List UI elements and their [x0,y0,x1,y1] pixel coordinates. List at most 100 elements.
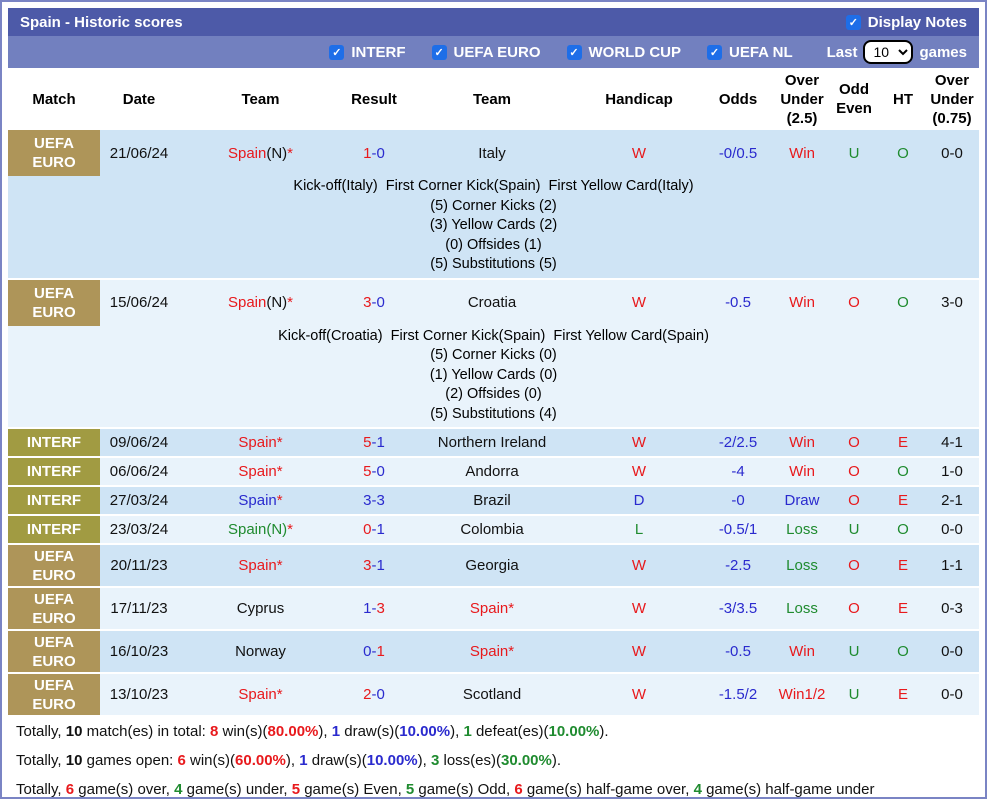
ht-cell: 1-0 [925,458,979,485]
competition-badge: UEFA EURO [8,130,100,176]
table-row-group: UEFA EURO 16/10/23 Norway 0- 1 Spain* W -… [8,631,979,674]
odd-even-cell: E [881,588,925,629]
date-cell: 21/06/24 [109,144,169,162]
table-row: UEFA EURO 20/11/23 Spain* 3 -1 Georgia W … [8,545,979,586]
checkbox-checked-icon[interactable]: ✓ [707,44,722,60]
note-line: Kick-off(Italy) First Corner Kick(Spain)… [293,178,694,194]
text-segment: 10.00% [548,723,600,740]
checkbox-checked-icon[interactable]: ✓ [431,44,447,60]
table-row: UEFA EURO 21/06/24 Spain (N) * 1 -0 Italy W… [8,130,979,176]
text-segment: Northern Ireland [437,434,547,451]
text-segment: Win [789,294,815,311]
ht-cell: 0-0 [925,631,979,672]
text-segment: W [631,600,647,617]
text-segment: Spain* [238,463,283,480]
odds-cell: Win [777,130,827,176]
text-segment: O [897,521,909,538]
text-segment: 10.00% [366,752,418,769]
text-segment: -0 [731,492,745,509]
team2-cell: Italy [405,130,579,176]
team1-cell: Spain(N)* [178,516,343,543]
checkbox-checked-icon[interactable]: ✓ [845,14,861,30]
text-segment: * [287,144,294,162]
text-segment: O [897,643,909,660]
page-title: Spain - Historic scores [20,13,183,31]
competition-badge: UEFA EURO [8,631,100,672]
over-under-25-cell: O [827,458,881,485]
totals-section: Totally, 10 match(es) in total: 8 win(s)… [8,717,979,798]
checkbox-checked-icon[interactable]: ✓ [566,44,582,60]
competition-badge: UEFA EURO [8,588,100,629]
table-row: UEFA EURO 15/06/24 Spain (N) * 3 -0 Croatia… [8,279,979,326]
text-segment: 1 [376,643,385,660]
text-segment: Italy [478,144,506,162]
result-cell: 2 -0 [343,674,405,715]
text-segment: O [848,294,860,311]
text-segment: 1 [363,144,372,162]
checkbox-checked-icon[interactable]: ✓ [329,44,345,60]
handicap-cell: -2/2.5 [699,429,777,456]
text-segment: O [848,492,860,509]
table-row-group: INTERF 09/06/24 Spain* 5 -1 Northern Irel… [8,429,979,458]
column-header: Result [351,90,397,108]
handicap-cell: -0.5 [699,631,777,672]
team2-cell: Northern Ireland [405,429,579,456]
text-segment: game(s) over, [74,781,175,798]
text-segment: L [634,521,644,538]
text-segment: -0.5/1 [718,521,758,538]
team1-cell: Spain* [178,487,343,514]
note-line: (5) Corner Kicks (2) [430,197,557,214]
table-row: INTERF 27/03/24 Spain * 3-3 Brazil D -0 D… [8,487,979,514]
text-segment: -1 [371,434,385,451]
filter-world-cup[interactable]: ✓ WORLD CUP [566,43,682,61]
text-segment: -4 [731,463,745,480]
filter-uefa-euro[interactable]: ✓ UEFA EURO [431,44,541,61]
wdl-cell: W [579,545,699,586]
date-cell: 23/03/24 [109,521,169,538]
text-segment: -3/3.5 [718,600,758,617]
text-segment: draw(s)( [307,752,367,769]
text-segment: * [287,294,294,311]
text-segment: 0-0 [941,521,963,538]
text-segment: game(s) half-game under [701,781,875,798]
text-segment: win(s)( [185,752,236,769]
over-under-25-cell: O [827,588,881,629]
filter-interf[interactable]: ✓ INTERF [329,44,406,61]
team1-cell: Spain* [178,545,343,586]
last-games-control: Last 10 games [827,40,967,64]
column-header: Team [472,90,512,108]
text-segment: 0-3 [941,600,963,617]
result-cell: 0-1 [343,631,405,672]
competition-badge: INTERF [8,487,100,514]
result-cell: 1 -0 [343,130,405,176]
column-header: Match [32,90,76,108]
text-segment: 1-0 [941,463,963,480]
last-games-select[interactable]: 10 [863,40,914,64]
filter-label: WORLD CUP [588,43,682,61]
text-segment: * [276,492,283,509]
text-segment: -1 [371,557,385,574]
display-notes-label: Display Notes [867,13,967,31]
filter-uefa-nl[interactable]: ✓ UEFA NL [707,44,793,61]
text-segment: defeat(es)( [471,723,549,740]
handicap-cell: -4 [699,458,777,485]
handicap-cell: -0.5/1 [699,516,777,543]
text-segment: 5 [363,434,372,451]
ht-cell: 0-0 [925,516,979,543]
text-segment: Brazil [473,492,511,509]
table-row-group: UEFA EURO 17/11/23 Cyprus 1- 3 Spain* W -… [8,588,979,631]
text-segment: W [631,643,647,660]
over-under-075-cell: O [979,487,985,514]
text-segment: 10.00% [399,723,451,740]
text-segment: -0.5 [725,643,751,660]
text-segment: Spain(N) [227,521,288,538]
note-line: (5) Substitutions (5) [430,256,557,272]
odds-cell: Win [777,429,827,456]
text-segment: Win [789,463,815,480]
text-segment: 10 [65,723,83,740]
text-segment: -2.5 [725,557,751,574]
text-segment: U [848,686,860,703]
date-cell: 20/11/23 [110,557,168,574]
display-notes-toggle[interactable]: ✓ Display Notes [845,13,967,31]
text-segment: -2/2.5 [718,434,758,451]
